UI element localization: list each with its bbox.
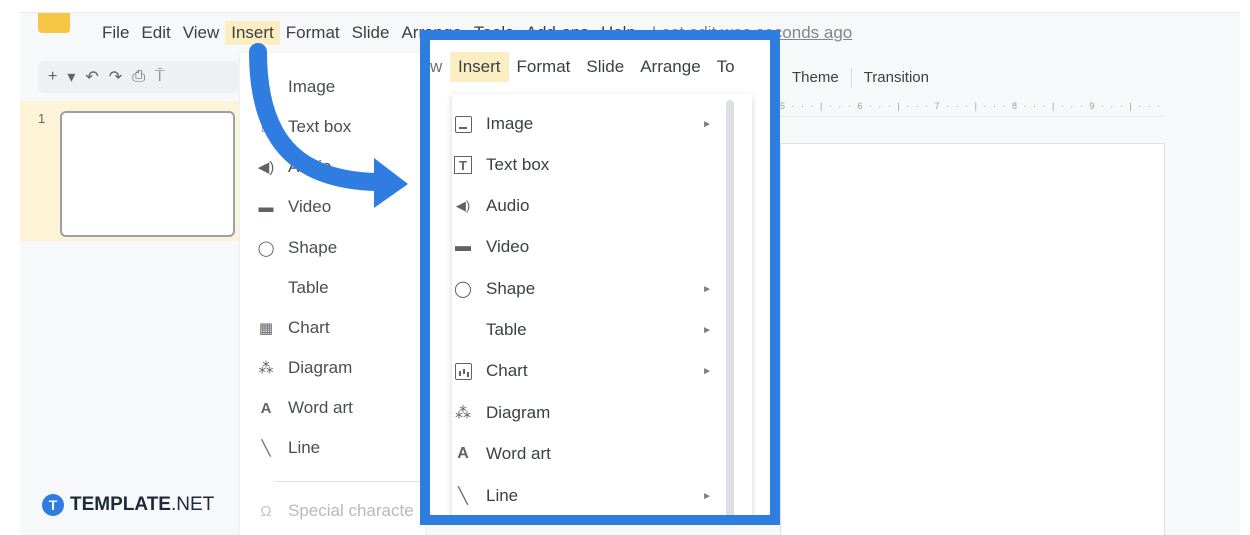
menu-item-table[interactable]: Table ► (452, 314, 722, 346)
bg-menu-label: Special characte (288, 501, 414, 520)
menu-item-video[interactable]: ▬ Video (452, 231, 722, 263)
bg-menu-item-line[interactable]: ╲ Line (256, 438, 320, 458)
bg-menu-item-shape[interactable]: ◯ Shape (256, 238, 338, 258)
menu-item-chart[interactable]: Chart ► (452, 355, 722, 387)
menu-item-line[interactable]: ╲ Line ► (452, 480, 722, 512)
omega-icon: Ω (260, 502, 272, 520)
zoom-menu-arrange[interactable]: Arrange (632, 52, 708, 82)
menu-item-label: Text box (486, 155, 550, 174)
bg-menu-label: Line (288, 438, 321, 457)
screenshot-frame: File Edit View Insert Format Slide Arran… (0, 0, 1250, 535)
slides-logo-icon[interactable] (38, 13, 70, 33)
image-icon (452, 113, 474, 135)
zoom-menu-insert[interactable]: Insert (450, 52, 509, 82)
slide-canvas[interactable] (780, 143, 1165, 535)
template-logo-icon: T (42, 494, 64, 516)
menu-item-label: Image (486, 114, 534, 133)
zoom-menu-slide[interactable]: Slide (578, 52, 632, 82)
submenu-arrow-icon: ► (702, 324, 712, 336)
bg-menu-item-special-characters[interactable]: Ω Special characte (256, 501, 414, 521)
paint-format-icon[interactable]: ⍑ (155, 68, 165, 86)
slide-thumbnail[interactable] (60, 111, 235, 237)
video-icon: ▬ (455, 238, 471, 255)
bg-menu-divider (274, 481, 424, 482)
undo-icon[interactable]: ↶ (85, 67, 98, 87)
zoom-menu-bar: w Insert Format Slide Arrange To (430, 50, 770, 84)
diagram-icon: ⁂ (455, 405, 471, 422)
bg-menu-item-diagram[interactable]: ⁂ Diagram (256, 358, 353, 378)
diagram-icon: ⁂ (258, 360, 274, 377)
zoom-highlight-box: w Insert Format Slide Arrange To Image ►… (420, 30, 780, 525)
ruler: 5 · · · | · · · 6 · · · | · · · 7 · · · … (780, 101, 1165, 117)
redo-icon[interactable]: ↷ (109, 67, 122, 87)
menu-item-label: Table (486, 320, 527, 339)
text-box-icon: T (452, 154, 474, 176)
menu-view[interactable]: View (177, 21, 226, 45)
menu-item-image[interactable]: Image ► (452, 108, 722, 140)
menu-item-label: Chart (486, 361, 528, 380)
chart-icon: ▦ (258, 320, 274, 337)
menu-scrollbar[interactable] (726, 100, 734, 515)
line-icon: ╲ (458, 488, 468, 505)
menu-item-label: Video (486, 237, 530, 256)
zoom-menu-tools[interactable]: To (709, 52, 743, 82)
new-slide-dropdown-icon[interactable]: ▾ (67, 67, 75, 87)
bg-menu-label: Table (288, 278, 329, 297)
new-slide-icon[interactable]: + (48, 68, 57, 86)
template-net-logo: T TEMPLATE .NET (42, 494, 214, 516)
menu-file[interactable]: File (96, 21, 135, 45)
zoom-menu-format[interactable]: Format (509, 52, 579, 82)
menu-item-diagram[interactable]: ⁂ Diagram (452, 397, 722, 429)
word-art-icon: A (260, 399, 272, 417)
theme-button[interactable]: Theme (780, 65, 851, 90)
menu-item-audio[interactable]: ◀) Audio (452, 190, 722, 222)
menu-item-label: Word art (486, 444, 551, 463)
submenu-arrow-icon: ► (702, 490, 712, 502)
bg-menu-label: Word art (288, 398, 353, 417)
zoom-menu-view[interactable]: w (430, 52, 450, 82)
transition-button[interactable]: Transition (852, 65, 941, 90)
brand-name: TEMPLATE (70, 494, 171, 515)
slide-number: 1 (38, 111, 46, 126)
curved-arrow-icon (249, 43, 408, 208)
audio-icon: ◀) (455, 198, 471, 213)
shape-icon: ◯ (257, 240, 275, 257)
chart-icon (452, 360, 474, 382)
menu-item-shape[interactable]: ◯ Shape ► (452, 273, 722, 305)
submenu-arrow-icon: ► (702, 118, 712, 130)
bg-menu-item-table[interactable]: Table (256, 278, 329, 298)
menu-item-label: Audio (486, 196, 530, 215)
line-icon: ╲ (261, 440, 271, 457)
toolbar: + ▾ ↶ ↷ ⎙ ⍑ (38, 61, 238, 93)
menu-item-label: Line (486, 486, 519, 505)
bg-menu-item-chart[interactable]: ▦ Chart (256, 318, 330, 338)
menu-item-text-box[interactable]: T Text box (452, 149, 722, 181)
brand-suffix: .NET (170, 494, 215, 515)
menu-item-word-art[interactable]: A Word art (452, 438, 722, 470)
submenu-arrow-icon: ► (702, 283, 712, 295)
bg-menu-item-word-art[interactable]: A Word art (256, 398, 353, 418)
editor-toolbar: Theme Transition (780, 65, 941, 90)
shape-icon: ◯ (454, 281, 472, 298)
menu-item-label: Diagram (486, 403, 551, 422)
menu-item-label: Shape (486, 279, 536, 298)
submenu-arrow-icon: ► (702, 365, 712, 377)
menu-edit[interactable]: Edit (135, 21, 176, 45)
word-art-icon: A (457, 445, 469, 462)
bg-menu-label: Diagram (288, 358, 353, 377)
bg-menu-label: Shape (288, 238, 338, 257)
print-icon[interactable]: ⎙ (132, 68, 145, 86)
bg-menu-label: Chart (288, 318, 330, 337)
